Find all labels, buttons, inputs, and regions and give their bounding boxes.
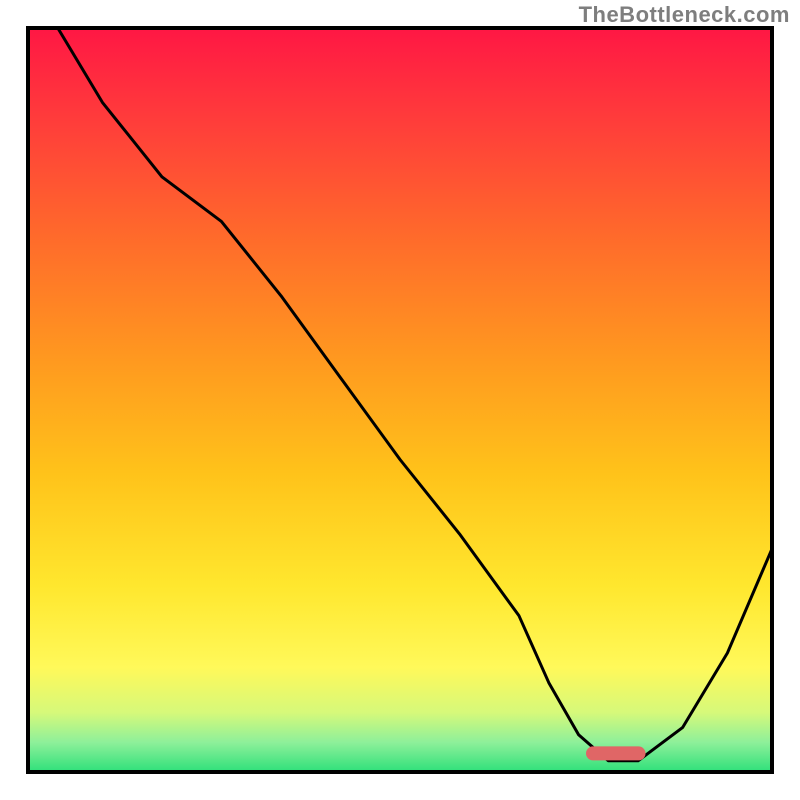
chart-gradient-background xyxy=(28,28,772,772)
chart-container: TheBottleneck.com xyxy=(0,0,800,800)
watermark-text: TheBottleneck.com xyxy=(579,2,790,28)
optimal-marker xyxy=(586,746,646,760)
bottleneck-chart xyxy=(0,0,800,800)
